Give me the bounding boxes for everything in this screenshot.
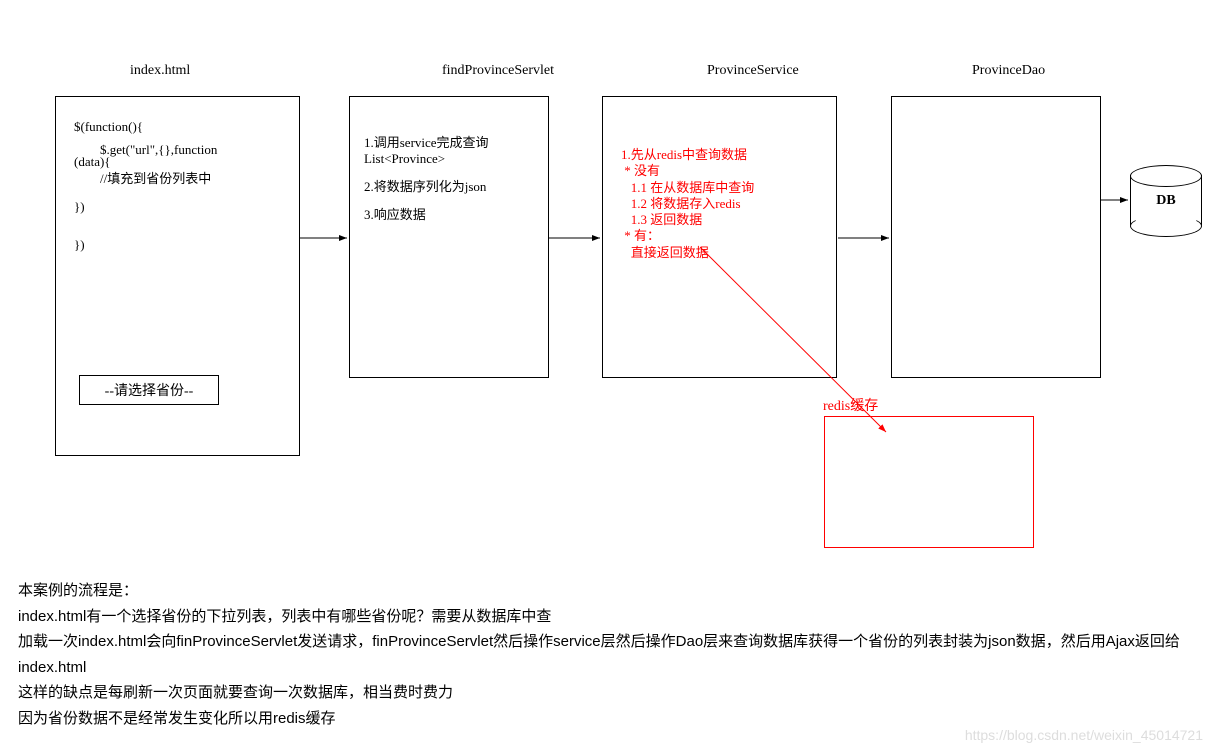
para-3: 这样的缺点是每刷新一次页面就要查询一次数据库，相当费时费力 bbox=[18, 680, 1198, 706]
para-1: index.html有一个选择省份的下拉列表，列表中有哪些省份呢？需要从数据库中… bbox=[18, 604, 1198, 630]
db-cylinder: DB bbox=[1130, 165, 1202, 237]
box-redis bbox=[824, 416, 1034, 548]
code-l4: //填充到省份列表中 bbox=[74, 169, 211, 189]
box-service: 1.先从redis中查询数据 * 没有 1.1 在从数据库中查询 1.2 将数据… bbox=[602, 96, 837, 378]
redis-label: redis缓存 bbox=[823, 395, 878, 415]
description: 本案例的流程是： index.html有一个选择省份的下拉列表，列表中有哪些省份… bbox=[18, 578, 1198, 731]
title-dao: ProvinceDao bbox=[972, 63, 1045, 79]
servlet-l3: 2.将数据序列化为json bbox=[364, 177, 486, 197]
db-label: DB bbox=[1130, 193, 1202, 209]
code-l1: $(function(){ bbox=[74, 117, 143, 137]
watermark: https://blog.csdn.net/weixin_45014721 bbox=[965, 727, 1203, 743]
servlet-l2: List<Province> bbox=[364, 149, 445, 169]
box-dao bbox=[891, 96, 1101, 378]
box-servlet: 1.调用service完成查询 List<Province> 2.将数据序列化为… bbox=[349, 96, 549, 378]
title-index: index.html bbox=[130, 63, 190, 79]
servlet-l4: 3.响应数据 bbox=[364, 205, 426, 225]
para-2: 加载一次index.html会向finProvinceServlet发送请求，f… bbox=[18, 629, 1198, 680]
box-index: $(function(){ $.get("url",{},function (d… bbox=[55, 96, 300, 456]
service-text: 1.先从redis中查询数据 * 没有 1.1 在从数据库中查询 1.2 将数据… bbox=[621, 147, 754, 261]
code-l6: }) bbox=[74, 235, 85, 255]
title-service: ProvinceService bbox=[707, 63, 799, 79]
title-servlet: findProvinceServlet bbox=[442, 63, 554, 79]
code-l5: }) bbox=[74, 197, 85, 217]
para-0: 本案例的流程是： bbox=[18, 578, 1198, 604]
dropdown-province[interactable]: --请选择省份-- bbox=[79, 375, 219, 405]
